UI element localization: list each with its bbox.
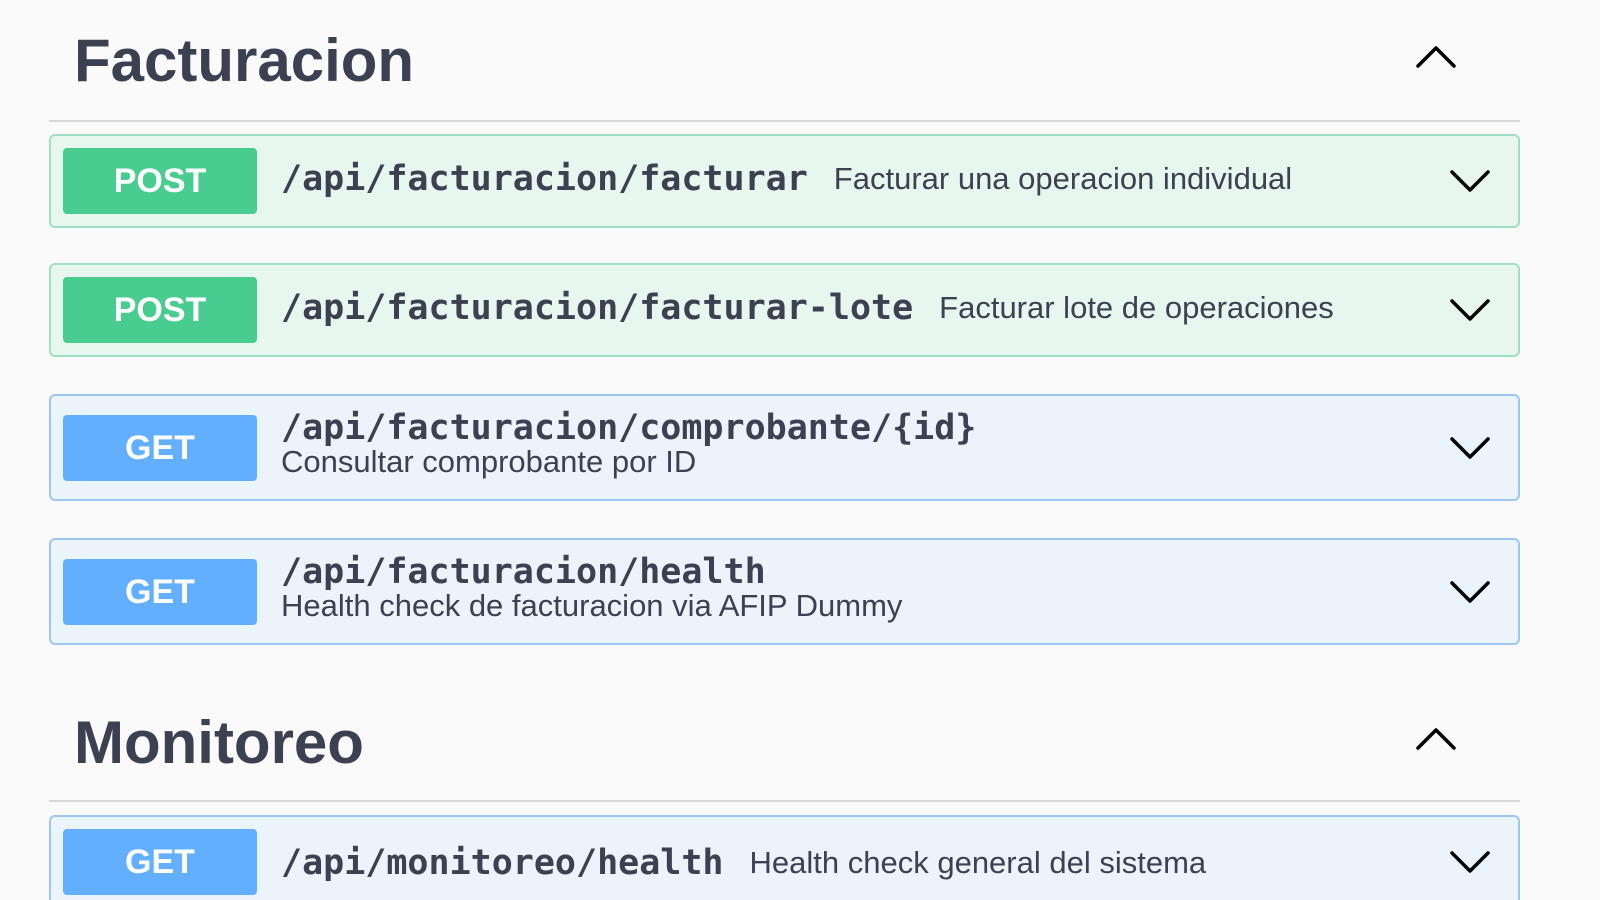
swagger-ui: Facturacion POST /api/facturacion/factur… <box>0 0 1600 900</box>
chevron-down-icon[interactable] <box>1446 567 1494 615</box>
operation-path: /api/facturacion/comprobante/{id} <box>281 408 977 448</box>
chevron-up-icon[interactable] <box>1412 34 1460 82</box>
operation-description: Facturar lote de operaciones <box>939 290 1334 325</box>
chevron-down-icon[interactable] <box>1446 285 1494 333</box>
operation-path: /api/facturacion/facturar-lote <box>281 288 914 328</box>
section-title: Monitoreo <box>74 709 364 776</box>
method-badge: POST <box>63 148 257 214</box>
section-header-facturacion[interactable]: Facturacion <box>49 0 1520 122</box>
chevron-up-icon[interactable] <box>1412 716 1460 764</box>
operation-summary-row: /api/facturacion/facturar-lote Facturar … <box>281 288 1334 328</box>
operation-summary-row: /api/monitoreo/health Health check gener… <box>281 843 1206 883</box>
method-badge: GET <box>63 415 257 481</box>
operation-post-facturar-lote[interactable]: POST /api/facturacion/facturar-lote Fact… <box>49 263 1520 357</box>
operation-description: Facturar una operacion individual <box>833 161 1293 196</box>
operation-summary-stack: /api/facturacion/health Health check de … <box>281 552 902 624</box>
chevron-down-icon[interactable] <box>1446 837 1494 885</box>
section-title: Facturacion <box>74 27 415 94</box>
operation-summary-stack: /api/facturacion/comprobante/{id} Consul… <box>281 408 976 480</box>
method-badge: GET <box>63 829 257 895</box>
operation-description: Health check de facturacion via AFIP Dum… <box>281 588 903 623</box>
chevron-down-icon[interactable] <box>1446 156 1494 204</box>
method-badge: POST <box>63 277 257 343</box>
operation-path: /api/monitoreo/health <box>281 843 724 883</box>
operation-get-monitoreo-health[interactable]: GET /api/monitoreo/health Health check g… <box>49 815 1520 900</box>
operation-get-facturacion-health[interactable]: GET /api/facturacion/health Health check… <box>49 538 1520 645</box>
method-badge: GET <box>63 559 257 625</box>
operation-description: Health check general del sistema <box>749 845 1207 880</box>
section-header-monitoreo[interactable]: Monitoreo <box>49 680 1520 802</box>
operation-summary-row: /api/facturacion/facturar Facturar una o… <box>281 159 1292 199</box>
operation-path: /api/facturacion/facturar <box>281 159 808 199</box>
operation-get-comprobante[interactable]: GET /api/facturacion/comprobante/{id} Co… <box>49 394 1520 501</box>
operation-post-facturar[interactable]: POST /api/facturacion/facturar Facturar … <box>49 134 1520 228</box>
operation-path: /api/facturacion/health <box>281 552 766 592</box>
operation-description: Consultar comprobante por ID <box>281 444 697 479</box>
chevron-down-icon[interactable] <box>1446 423 1494 471</box>
